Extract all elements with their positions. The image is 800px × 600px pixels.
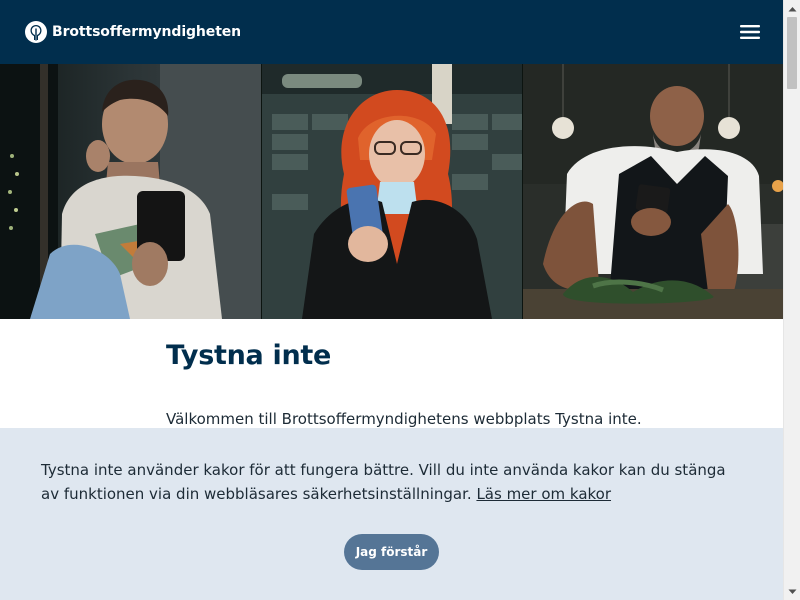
scroll-down-arrow-icon	[788, 589, 797, 594]
vertical-scrollbar[interactable]	[783, 0, 800, 600]
hamburger-menu-icon	[740, 25, 760, 39]
scroll-up-button[interactable]	[784, 0, 800, 17]
page: Brottsoffermyndigheten Tystna inte Välko…	[0, 0, 783, 600]
cookie-banner: Tystna inte använder kakor för att funge…	[0, 428, 783, 600]
cookie-message: Tystna inte använder kakor för att funge…	[41, 461, 726, 503]
hero-images	[0, 64, 783, 319]
cookie-text: Tystna inte använder kakor för att funge…	[41, 458, 731, 506]
hero-image-redhead-phone	[261, 64, 522, 319]
cookie-read-more-link[interactable]: Läs mer om kakor	[476, 485, 611, 503]
page-title: Tystna inte	[166, 340, 332, 371]
brottsoffermyndigheten-logo-icon	[25, 21, 47, 43]
logo-link[interactable]: Brottsoffermyndigheten	[24, 20, 241, 44]
intro-text: Välkommen till Brottsoffermyndighetens w…	[166, 410, 642, 428]
hero-image-man-apron-phone	[522, 64, 783, 319]
menu-button[interactable]	[738, 22, 762, 42]
scroll-up-arrow-icon	[788, 6, 797, 11]
main-content: Tystna inte Välkommen till Brottsoffermy…	[166, 340, 706, 428]
logo-text: Brottsoffermyndigheten	[52, 24, 242, 40]
scrollbar-thumb[interactable]	[787, 17, 797, 89]
hero-image-woman-phone-dark-room	[0, 64, 261, 319]
site-header: Brottsoffermyndigheten	[0, 0, 783, 64]
cookie-accept-button[interactable]: Jag förstår	[344, 534, 439, 570]
scroll-down-button[interactable]	[784, 583, 800, 600]
